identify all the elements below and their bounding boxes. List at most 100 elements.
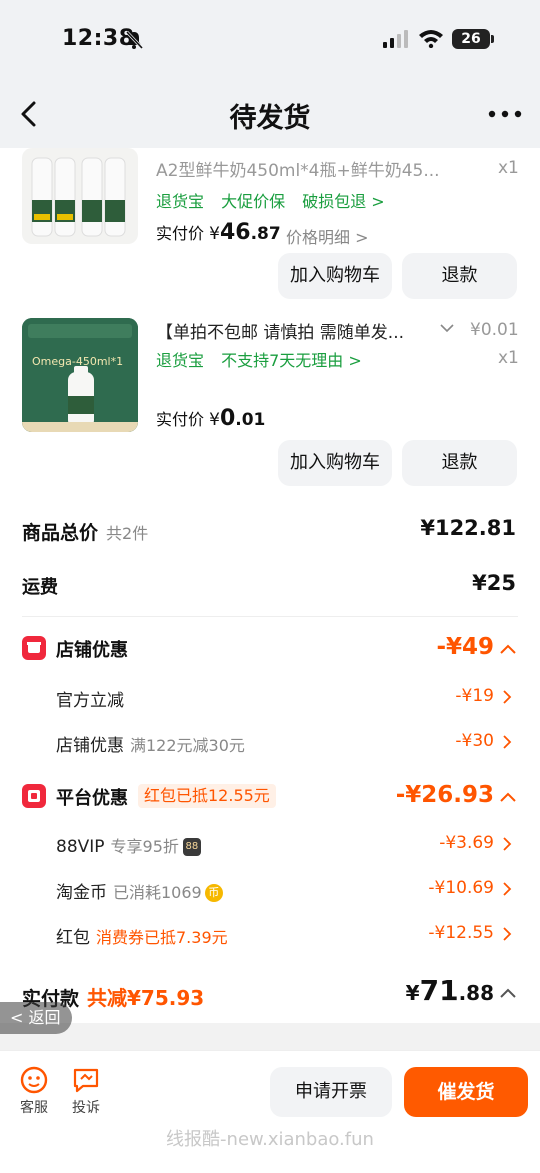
chevron-up-icon[interactable]	[500, 792, 516, 802]
chevron-right-icon[interactable]	[503, 735, 512, 749]
apply-invoice-button[interactable]: 申请开票	[270, 1067, 392, 1117]
store-discount-icon	[22, 636, 46, 660]
red-packet-tag: 红包已抵12.55元	[138, 784, 276, 808]
goods-total-value: ¥122.81	[420, 516, 516, 540]
paid-price-yen: ¥	[209, 410, 220, 430]
red-packet-text: 红包	[56, 928, 90, 948]
store-coupon-label: 店铺优惠 满122元减30元	[56, 731, 245, 756]
red-packet-note: 消费券已抵7.39元	[96, 928, 228, 947]
red-packet-value: -¥12.55	[428, 923, 494, 943]
official-discount-label: 官方立减	[56, 686, 124, 711]
product-image-omega-milk[interactable]: Omega-450ml*1	[22, 318, 138, 432]
urge-shipment-button[interactable]: 催发货	[404, 1067, 528, 1117]
vip-discount-note: 专享95折	[110, 837, 179, 856]
red-packet-label: 红包 消费券已抵7.39元	[56, 923, 228, 948]
bell-off-icon	[125, 30, 144, 50]
tag-price-protection[interactable]: 大促价保	[221, 192, 285, 211]
bottom-action-bar: 客服 投诉 申请开票 催发货 线报酷-new.xianbao.fun	[0, 1050, 540, 1173]
paid-price: 实付价 ¥46.87	[156, 220, 281, 245]
chevron-up-icon[interactable]	[500, 988, 516, 998]
refund-button[interactable]: 退款	[402, 440, 517, 486]
store-coupon-value: -¥30	[455, 731, 494, 751]
customer-service-label: 客服	[20, 1100, 48, 1116]
taojinbi-label: 淘金币 已消耗1069 币	[56, 878, 223, 903]
chevron-up-icon[interactable]	[500, 644, 516, 654]
product-image-milk-bottles[interactable]	[22, 148, 138, 244]
wifi-icon	[419, 30, 443, 48]
product-tags: 退货宝 大促价保 破损包退 >	[156, 188, 397, 212]
tag-return-insurance[interactable]: 退货宝	[156, 192, 204, 211]
official-discount-text: 官方立减	[56, 691, 124, 711]
add-to-cart-button[interactable]: 加入购物车	[278, 440, 392, 486]
complaint-button[interactable]: 投诉	[66, 1065, 106, 1117]
add-to-cart-button[interactable]: 加入购物车	[278, 253, 392, 299]
product-title[interactable]: 【单拍不包邮 请慎拍 需随单发...	[156, 318, 404, 343]
watermark-text: 线报酷-new.xianbao.fun	[166, 1129, 374, 1150]
vip-discount-text: 88VIP	[56, 837, 105, 857]
paid-price-label: 实付价	[156, 224, 205, 243]
chevron-down-icon[interactable]	[440, 324, 454, 333]
total-int: 71	[419, 974, 459, 1007]
goods-total-text: 商品总价	[22, 522, 99, 544]
taojinbi-text: 淘金币	[56, 883, 107, 903]
store-discount-value: -¥49	[436, 634, 494, 660]
tag-no-7day-return[interactable]: 不支持7天无理由 >	[221, 351, 362, 370]
goods-total-label: 商品总价 共2件	[22, 518, 148, 545]
paid-price-dec: .01	[235, 410, 266, 430]
complaint-label: 投诉	[72, 1100, 100, 1116]
taojinbi-value: -¥10.69	[428, 878, 494, 898]
refund-button[interactable]: 退款	[402, 253, 517, 299]
product-qty: x1	[498, 158, 519, 178]
chevron-right-icon[interactable]	[503, 690, 512, 704]
paid-price-yen: ¥	[209, 224, 220, 244]
tag-damage-return[interactable]: 破损包退 >	[302, 192, 385, 211]
status-bar: 12:38 26	[0, 0, 540, 80]
product-qty: x1	[498, 348, 519, 368]
vip-discount-label: 88VIP 专享95折 88	[56, 833, 201, 857]
divider	[22, 616, 518, 617]
return-pill-button[interactable]: < 返回	[0, 1002, 72, 1034]
page-title: 待发货	[229, 103, 311, 134]
store-coupon-text: 店铺优惠	[56, 736, 124, 756]
store-discount-label: 店铺优惠	[56, 640, 128, 661]
shipping-value: ¥25	[472, 571, 516, 595]
taojinbi-note: 已消耗1069	[113, 883, 202, 902]
product-price: ¥0.01	[470, 320, 519, 340]
paid-price-dec: .87	[250, 224, 281, 244]
more-icon[interactable]	[488, 110, 522, 118]
omega-milk-icon: Omega-450ml*1	[22, 318, 138, 432]
product-title[interactable]: A2型鲜牛奶450ml*4瓶+鲜牛奶45...	[156, 156, 440, 181]
battery-indicator: 26	[452, 29, 490, 49]
total-dec: .88	[458, 981, 494, 1005]
coin-icon: 币	[204, 884, 223, 902]
vip-discount-value: -¥3.69	[439, 833, 494, 853]
navbar: 待发货	[0, 80, 540, 148]
platform-discount-icon	[22, 784, 46, 808]
official-discount-value: -¥19	[455, 686, 494, 706]
total-value: ¥71.88	[406, 974, 494, 1007]
goods-count: 共2件	[106, 524, 149, 543]
platform-discount-label: 平台优惠	[56, 788, 128, 809]
chevron-right-icon[interactable]	[503, 882, 512, 896]
vip-88-icon: 88	[182, 838, 201, 856]
total-yen: ¥	[405, 981, 420, 1005]
product-tags: 退货宝 不支持7天无理由 >	[156, 347, 374, 371]
customer-service-icon	[20, 1066, 48, 1094]
total-saved: 共减¥75.93	[87, 986, 205, 1010]
chevron-right-icon[interactable]	[503, 927, 512, 941]
tag-return-insurance[interactable]: 退货宝	[156, 351, 204, 370]
order-card: A2型鲜牛奶450ml*4瓶+鲜牛奶45... x1 退货宝 大促价保 破损包退…	[0, 148, 540, 1023]
price-detail-link[interactable]: 价格明细 >	[286, 224, 369, 248]
platform-discount-value: -¥26.93	[395, 782, 494, 808]
shipping-label: 运费	[22, 577, 58, 598]
paid-price: 实付价 ¥0.01	[156, 406, 265, 431]
paid-price-label: 实付价	[156, 410, 205, 429]
battery-tip	[491, 35, 494, 43]
customer-service-button[interactable]: 客服	[14, 1065, 54, 1117]
store-coupon-note: 满122元减30元	[130, 736, 245, 755]
paid-price-int: 0	[219, 406, 236, 431]
complaint-icon	[73, 1068, 99, 1093]
chevron-right-icon[interactable]	[503, 837, 512, 851]
signal-icon	[383, 30, 408, 48]
milk-bottles-icon	[31, 157, 126, 237]
